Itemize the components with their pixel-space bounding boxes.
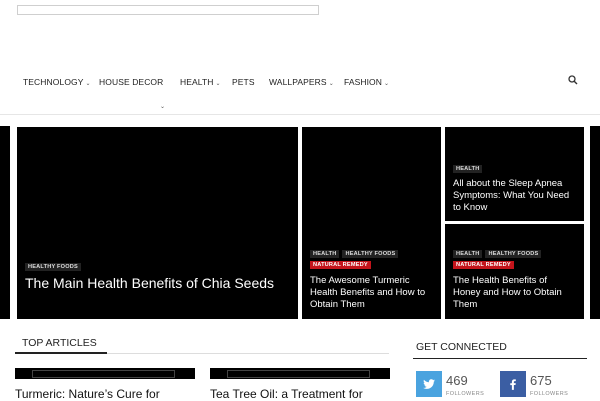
nav-item-label: TECHNOLOGY — [23, 77, 84, 87]
card-title[interactable]: All about the Sleep Apnea Symptoms: What… — [453, 178, 576, 214]
featured-card-honey[interactable]: HEALTH HEALTHY FOODS NATURAL REMEDY The … — [445, 224, 584, 319]
chevron-down-icon: ⌄ — [215, 81, 221, 87]
slider-next-edge[interactable] — [590, 126, 600, 319]
card-title[interactable]: The Health Benefits of Honey and How to … — [453, 275, 576, 311]
twitter-count: 469 — [446, 373, 468, 388]
get-connected-heading: GET CONNECTED — [416, 341, 507, 353]
nav-item-label: FASHION — [344, 77, 383, 87]
tag-badge[interactable]: HEALTHY FOODS — [25, 263, 81, 271]
article-title[interactable]: Turmeric: Nature’s Cure for — [15, 387, 160, 401]
tag-badge[interactable]: HEALTH — [453, 165, 483, 173]
nav-item-technology[interactable]: TECHNOLOGY ⌄ — [23, 77, 91, 87]
tag-badge[interactable]: HEALTH — [310, 250, 340, 258]
article-title[interactable]: Tea Tree Oil: a Treatment for — [210, 387, 363, 401]
article-thumbnail[interactable] — [210, 368, 390, 379]
tag-badge[interactable]: NATURAL REMEDY — [453, 261, 514, 269]
featured-card-sleep-apnea[interactable]: HEALTH All about the Sleep Apnea Symptom… — [445, 127, 584, 221]
header-ad-placeholder — [17, 5, 319, 15]
facebook-button[interactable] — [500, 371, 526, 397]
nav-item-label: WALLPAPERS — [269, 77, 327, 87]
twitter-count-label: FOLLOWERS — [446, 391, 485, 397]
card-title[interactable]: The Main Health Benefits of Chia Seeds — [25, 275, 290, 292]
nav-item-label: HOUSE DECOR — [99, 77, 164, 87]
section-underline — [15, 352, 107, 354]
twitter-icon — [423, 379, 435, 389]
nav-item-fashion[interactable]: FASHION ⌄ — [344, 77, 389, 87]
chevron-down-icon: ⌄ — [328, 81, 334, 87]
twitter-button[interactable] — [416, 371, 442, 397]
tag-badge[interactable]: HEALTHY FOODS — [342, 250, 399, 258]
nav-item-pets[interactable]: PETS — [232, 77, 255, 87]
featured-card-main[interactable]: HEALTHY FOODS The Main Health Benefits o… — [17, 127, 298, 319]
submenu-chevron-down-icon[interactable]: ⌄ — [160, 103, 165, 110]
nav-item-house-decor[interactable]: HOUSE DECOR — [99, 77, 163, 87]
tag-badge[interactable]: HEALTH — [453, 250, 483, 258]
card-tags: HEALTH — [453, 165, 483, 173]
nav-item-wallpapers[interactable]: WALLPAPERS ⌄ — [269, 77, 334, 87]
nav-item-label: HEALTH — [180, 77, 214, 87]
chevron-down-icon: ⌄ — [384, 81, 390, 87]
card-tags: HEALTHY FOODS — [25, 263, 81, 271]
section-divider — [413, 358, 587, 359]
nav-item-health[interactable]: HEALTH ⌄ — [180, 77, 221, 87]
chevron-down-icon: ⌄ — [85, 81, 91, 87]
top-articles-heading: TOP ARTICLES — [22, 337, 97, 349]
facebook-count: 675 — [530, 373, 552, 388]
facebook-count-label: FOLLOWERS — [530, 391, 569, 397]
main-nav: TECHNOLOGY ⌄ HOUSE DECOR HEALTH ⌄ PETS WAL… — [0, 72, 600, 115]
card-title[interactable]: The Awesome Turmeric Health Benefits and… — [310, 275, 433, 311]
slider-prev-edge[interactable] — [0, 126, 10, 319]
tag-badge[interactable]: NATURAL REMEDY — [310, 261, 371, 269]
featured-card-turmeric[interactable]: HEALTH HEALTHY FOODS NATURAL REMEDY The … — [302, 127, 441, 319]
article-thumbnail[interactable] — [15, 368, 195, 379]
search-icon[interactable] — [568, 75, 578, 85]
card-tags: HEALTH HEALTHY FOODS NATURAL REMEDY — [453, 250, 584, 269]
tag-badge[interactable]: HEALTHY FOODS — [485, 250, 542, 258]
facebook-icon — [510, 379, 516, 390]
nav-item-label: PETS — [232, 77, 255, 87]
card-tags: HEALTH HEALTHY FOODS NATURAL REMEDY — [310, 250, 441, 269]
